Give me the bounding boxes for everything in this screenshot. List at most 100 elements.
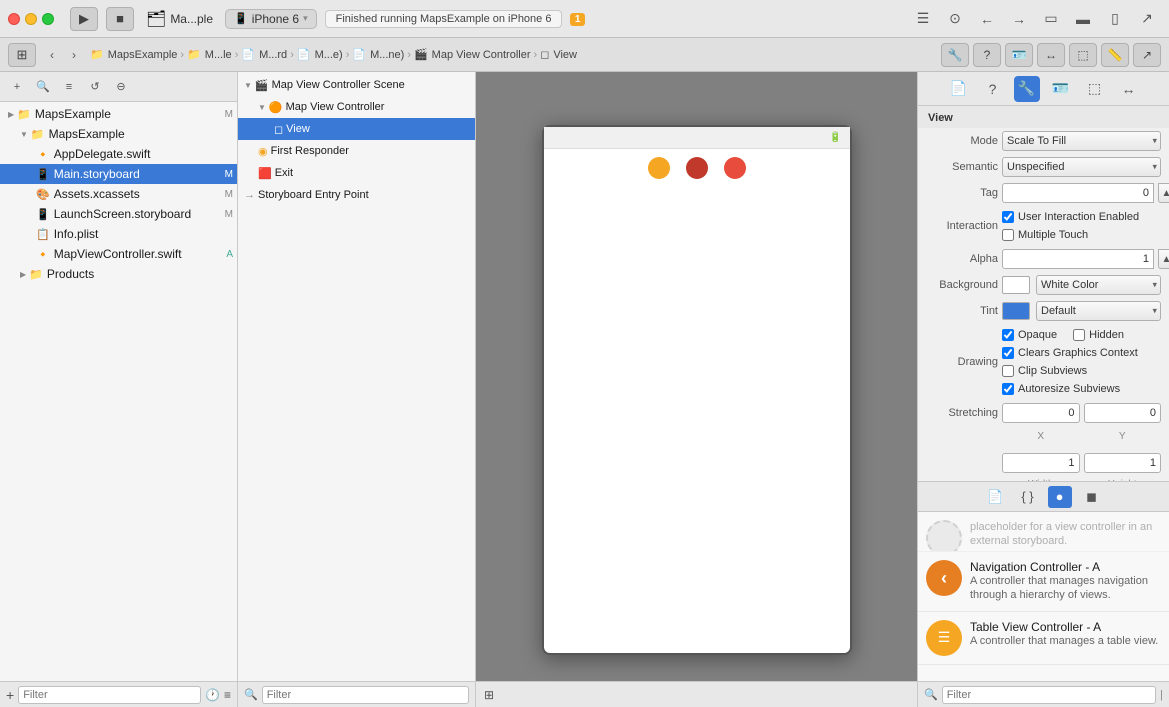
breadcrumb-forward[interactable]: › xyxy=(64,45,84,65)
sort-nav-btn[interactable]: ≡ xyxy=(58,77,80,97)
panel-bottom-icon[interactable]: ▬ xyxy=(1069,7,1097,31)
minimize-button[interactable] xyxy=(25,13,37,25)
lib-file-icon[interactable]: 📄 xyxy=(984,486,1008,508)
share-icon[interactable]: ↗ xyxy=(1133,7,1161,31)
scene-filter-input[interactable] xyxy=(262,686,469,704)
scene-exit[interactable]: 🟥 Exit xyxy=(238,162,475,184)
stretching-x-input[interactable] xyxy=(1002,403,1080,423)
device-selector[interactable]: 📱 iPhone 6 ▾ xyxy=(225,9,317,29)
bc-map-view-controller[interactable]: Map View Controller xyxy=(432,49,531,61)
lib-item-table-view-controller[interactable]: ☰ Table View Controller - A A controller… xyxy=(918,612,1169,665)
height-input[interactable] xyxy=(1084,453,1162,473)
hidden-checkbox[interactable] xyxy=(1073,329,1085,341)
tag-input[interactable] xyxy=(1002,183,1154,203)
collapse-nav-btn[interactable]: ⊖ xyxy=(110,77,132,97)
background-select[interactable]: White Color xyxy=(1036,275,1161,295)
tint-select[interactable]: Default xyxy=(1036,301,1161,321)
tree-root[interactable]: ▶ 📁 MapsExample M xyxy=(0,104,237,124)
back-icon[interactable]: ← xyxy=(973,7,1001,31)
tree-infoplist[interactable]: 📋 Info.plist xyxy=(0,224,237,244)
scene-view[interactable]: ◻ View xyxy=(238,118,475,140)
hamburger-icon[interactable]: ☰ xyxy=(909,7,937,31)
stop-button[interactable]: ■ xyxy=(106,7,134,31)
autoresize-checkbox[interactable] xyxy=(1002,383,1014,395)
canvas-area[interactable]: 🔋 ⊞ xyxy=(476,72,917,707)
attributes-inspector-btn[interactable]: 🔧 xyxy=(941,43,969,67)
alpha-input[interactable] xyxy=(1002,249,1154,269)
breadcrumb-back[interactable]: ‹ xyxy=(42,45,62,65)
cursor-icon: | xyxy=(1160,689,1163,701)
tree-products[interactable]: ▶ 📁 Products xyxy=(0,264,237,284)
scene-map-view-controller[interactable]: ▼ 🟠 Map View Controller xyxy=(238,96,475,118)
user-interaction-checkbox[interactable] xyxy=(1002,211,1014,223)
canvas-zoom-icon[interactable]: ⊞ xyxy=(484,688,494,702)
tag-increment[interactable]: ▲ xyxy=(1158,183,1169,203)
opaque-checkbox[interactable] xyxy=(1002,329,1014,341)
file-inspector-icon[interactable]: 📄 xyxy=(946,76,972,102)
tag-row: Tag ▲ ▼ xyxy=(918,180,1169,206)
lib-item-placeholder[interactable]: placeholder for a view controller in an … xyxy=(918,512,1169,552)
tree-mapviewcontroller[interactable]: 🔸 MapViewController.swift A xyxy=(0,244,237,264)
tree-mapsexample-group[interactable]: ▼ 📁 MapsExample xyxy=(0,124,237,144)
alpha-increment[interactable]: ▲ xyxy=(1158,249,1169,269)
tree-launchscreen[interactable]: 📱 LaunchScreen.storyboard M xyxy=(0,204,237,224)
bc-mile[interactable]: M...le xyxy=(205,49,232,61)
lib-item-navigation-controller[interactable]: ‹ Navigation Controller - A A controller… xyxy=(918,552,1169,612)
swift2-icon: 🔸 xyxy=(36,248,50,261)
library-panel: 📄 { } ● ◼ placeholder for a view control… xyxy=(918,481,1169,681)
stretching-control xyxy=(1002,403,1161,423)
tree-assets[interactable]: 🎨 Assets.xcassets M xyxy=(0,184,237,204)
lib-box-icon[interactable]: ◼ xyxy=(1080,486,1104,508)
identity-inspector-btn[interactable]: 🪪 xyxy=(1005,43,1033,67)
scene-storyboard-entry[interactable]: → Storyboard Entry Point xyxy=(238,184,475,206)
forward-icon[interactable]: → xyxy=(1005,7,1033,31)
tree-appdelegate[interactable]: 🔸 AppDelegate.swift xyxy=(0,144,237,164)
identity-inspector-icon[interactable]: 🪪 xyxy=(1048,76,1074,102)
activity-icon[interactable]: ⊙ xyxy=(941,7,969,31)
connections-btn[interactable]: ↔ xyxy=(1037,43,1065,67)
filter-nav-btn[interactable]: 🔍 xyxy=(32,77,54,97)
connections-inspector-icon[interactable]: ↔ xyxy=(1116,76,1142,102)
file-filter-input[interactable] xyxy=(18,686,201,704)
clip-subviews-checkbox[interactable] xyxy=(1002,365,1014,377)
share-btn2[interactable]: ↗ xyxy=(1133,43,1161,67)
size-inspector-btn[interactable]: ⬚ xyxy=(1069,43,1097,67)
width-input[interactable] xyxy=(1002,453,1080,473)
lib-circle-icon[interactable]: ● xyxy=(1048,486,1072,508)
lib-bracket-icon[interactable]: { } xyxy=(1016,486,1040,508)
semantic-select[interactable]: Unspecified xyxy=(1002,157,1161,177)
maximize-button[interactable] xyxy=(42,13,54,25)
new-file-btn[interactable]: + xyxy=(6,77,28,97)
panel-right-icon[interactable]: ▯ xyxy=(1101,7,1129,31)
quick-help-btn[interactable]: ? xyxy=(973,43,1001,67)
mode-select[interactable]: Scale To Fill xyxy=(1002,131,1161,151)
bc-mne[interactable]: M...ne) xyxy=(370,49,404,61)
rulers-btn[interactable]: 📏 xyxy=(1101,43,1129,67)
list-icon[interactable]: ≡ xyxy=(224,688,231,702)
plus-icon[interactable]: + xyxy=(6,687,14,703)
background-swatch[interactable] xyxy=(1002,276,1030,294)
multiple-touch-checkbox[interactable] xyxy=(1002,229,1014,241)
scene-map-view-controller-scene[interactable]: ▼ 🎬 Map View Controller Scene xyxy=(238,74,475,96)
quick-help-icon[interactable]: ? xyxy=(980,76,1006,102)
clears-graphics-checkbox[interactable] xyxy=(1002,347,1014,359)
run-button[interactable]: ▶ xyxy=(70,7,98,31)
panel-left-icon[interactable]: ▭ xyxy=(1037,7,1065,31)
close-button[interactable] xyxy=(8,13,20,25)
bc-me[interactable]: M...e) xyxy=(315,49,343,61)
grid-icon[interactable]: ⊞ xyxy=(8,43,36,67)
clock-icon[interactable]: 🕐 xyxy=(205,688,220,702)
bc-mapsexample[interactable]: MapsExample xyxy=(108,49,178,61)
table-controller-text: Table View Controller - A A controller t… xyxy=(970,620,1161,648)
stretching-y-input[interactable] xyxy=(1084,403,1162,423)
refresh-nav-btn[interactable]: ↺ xyxy=(84,77,106,97)
tree-main-storyboard[interactable]: 📱 Main.storyboard M xyxy=(0,164,237,184)
attributes-inspector-icon[interactable]: 🔧 xyxy=(1014,76,1040,102)
bc-mrd[interactable]: M...rd xyxy=(259,49,287,61)
size-inspector-icon[interactable]: ⬚ xyxy=(1082,76,1108,102)
tint-swatch[interactable] xyxy=(1002,302,1030,320)
library-filter-input[interactable] xyxy=(942,686,1156,704)
nav-controller-text: Navigation Controller - A A controller t… xyxy=(970,560,1161,603)
bc-view[interactable]: View xyxy=(553,49,577,61)
scene-first-responder[interactable]: ◉ First Responder xyxy=(238,140,475,162)
